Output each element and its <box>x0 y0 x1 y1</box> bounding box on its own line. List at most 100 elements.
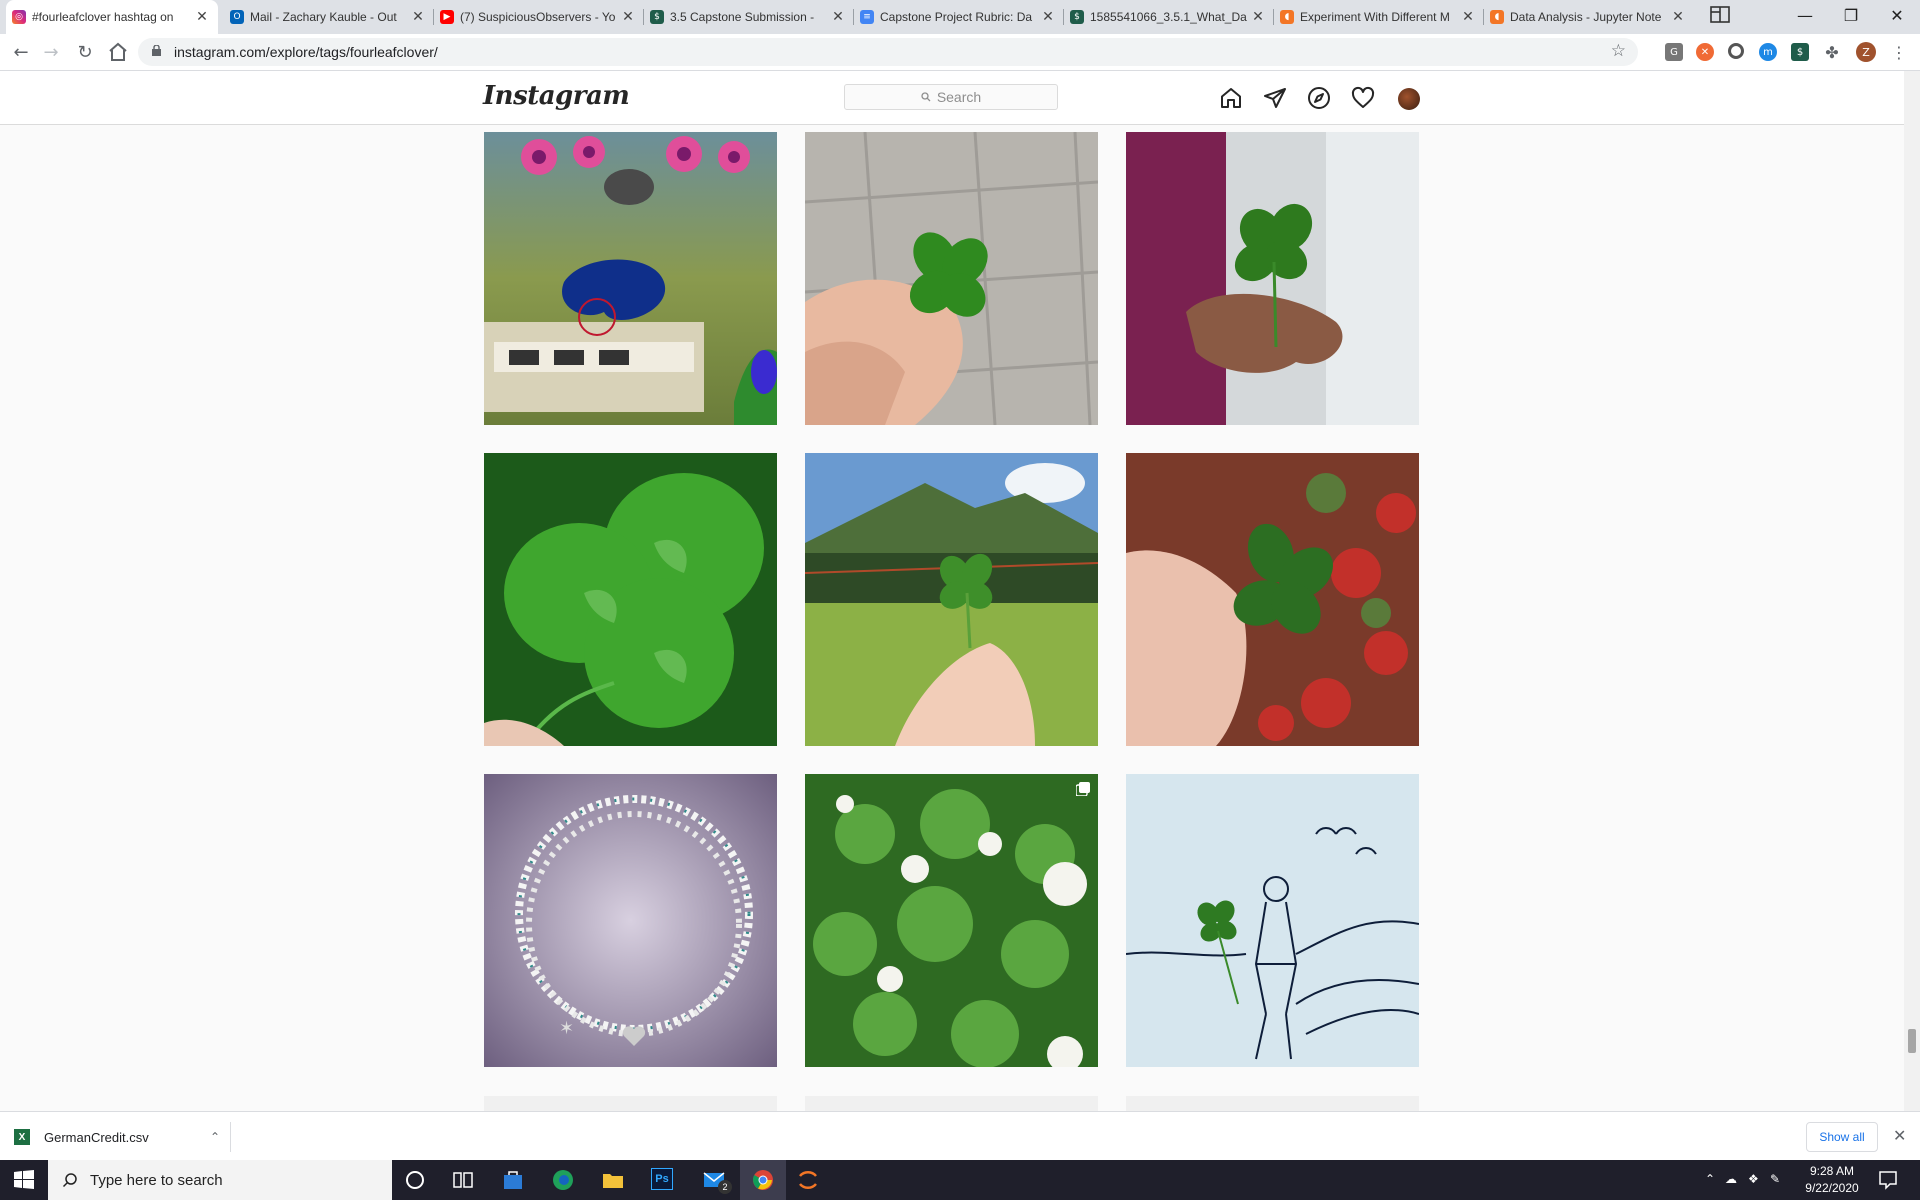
jupyter-icon[interactable] <box>796 1168 820 1192</box>
bookmark-star-icon[interactable]: ☆ <box>1611 41 1626 61</box>
new-tab-icon[interactable] <box>1708 4 1732 26</box>
microsoft-store-icon[interactable] <box>501 1168 525 1192</box>
home-icon[interactable] <box>1219 86 1243 110</box>
search-input[interactable]: Search <box>844 84 1058 110</box>
svg-text:✶: ✶ <box>559 1018 574 1039</box>
system-clock[interactable]: 9:28 AM 9/22/2020 <box>1792 1163 1872 1197</box>
post-thumbnail[interactable] <box>805 453 1098 746</box>
notifications-icon[interactable] <box>1876 1168 1900 1192</box>
download-item[interactable]: X GermanCredit.csv ⌃ <box>14 1122 230 1152</box>
reload-icon[interactable]: ↻ <box>73 40 97 64</box>
show-all-button[interactable]: Show all <box>1806 1122 1878 1152</box>
search-icon <box>62 1173 77 1188</box>
post-thumbnail[interactable] <box>484 1096 777 1111</box>
url-text: instagram.com/explore/tags/fourleafclove… <box>174 44 438 60</box>
extensions-puzzle-icon[interactable]: ✤ <box>1823 43 1841 62</box>
scrollbar-thumb[interactable] <box>1908 1029 1916 1053</box>
activity-heart-icon[interactable] <box>1351 86 1375 110</box>
download-filename: GermanCredit.csv <box>44 1129 149 1145</box>
post-image-clover-drawing <box>1126 774 1419 1067</box>
tab-instagram[interactable]: ◎ #fourleafclover hashtag on ✕ <box>6 0 218 34</box>
close-icon[interactable]: ✕ <box>1250 9 1266 25</box>
page-scrollbar[interactable] <box>1904 71 1920 1111</box>
extension-m-icon[interactable]: m <box>1759 43 1777 61</box>
tab-youtube[interactable]: ▶ (7) SuspiciousObservers - Yo ✕ <box>434 0 644 34</box>
course-icon: $ <box>650 10 664 24</box>
extension-g-icon[interactable]: G <box>1665 43 1683 61</box>
mail-app-icon[interactable]: 2 <box>700 1168 732 1194</box>
windows-start-icon[interactable] <box>12 1168 36 1192</box>
post-thumbnail[interactable]: ✶ <box>484 774 777 1067</box>
post-thumbnail[interactable] <box>1126 453 1419 746</box>
post-thumbnail[interactable] <box>484 453 777 746</box>
minimize-icon[interactable]: — <box>1782 0 1828 30</box>
post-thumbnail[interactable] <box>805 1096 1098 1111</box>
onedrive-icon[interactable]: ☁ <box>1725 1172 1737 1186</box>
notebook-icon: ◖ <box>1280 10 1294 24</box>
file-explorer-icon[interactable] <box>601 1168 625 1192</box>
excel-file-icon: X <box>14 1129 30 1145</box>
post-thumbnail[interactable] <box>1126 774 1419 1067</box>
menu-icon[interactable]: ⋮ <box>1890 43 1908 62</box>
post-thumbnail[interactable] <box>484 132 777 425</box>
post-thumbnail[interactable] <box>1126 1096 1419 1111</box>
search-icon <box>921 92 931 102</box>
cortana-icon[interactable] <box>403 1168 427 1192</box>
taskbar-search-input[interactable]: Type here to search <box>48 1160 392 1200</box>
tab-what-data[interactable]: $ 1585541066_3.5.1_What_Da ✕ <box>1064 0 1274 34</box>
course-icon: $ <box>1070 10 1084 24</box>
extension-x-icon[interactable]: ✕ <box>1696 43 1714 61</box>
page-viewport: Instagram Search ✶ <box>0 71 1904 1111</box>
clock-time: 9:28 AM <box>1809 1164 1855 1178</box>
tab-title: Capstone Project Rubric: Da <box>880 10 1033 24</box>
address-bar[interactable]: instagram.com/explore/tags/fourleafclove… <box>138 38 1638 66</box>
mail-badge: 2 <box>718 1180 732 1194</box>
close-icon[interactable]: ✕ <box>194 9 210 25</box>
lock-icon <box>152 45 161 56</box>
outlook-icon: O <box>230 10 244 24</box>
close-icon[interactable]: ✕ <box>1893 1126 1906 1145</box>
youtube-icon: ▶ <box>440 10 454 24</box>
close-icon[interactable]: ✕ <box>830 9 846 25</box>
close-icon[interactable]: ✕ <box>620 9 636 25</box>
pen-icon[interactable]: ✎ <box>1770 1172 1780 1186</box>
photoshop-icon[interactable]: Ps <box>651 1168 673 1190</box>
show-hidden-icons-icon[interactable]: ⌃ <box>1705 1172 1715 1186</box>
post-thumbnail[interactable] <box>805 132 1098 425</box>
extension-circle-icon[interactable] <box>1728 43 1744 59</box>
chevron-up-icon[interactable]: ⌃ <box>210 1130 220 1144</box>
close-window-icon[interactable]: ✕ <box>1874 0 1920 30</box>
tab-capstone-submission[interactable]: $ 3.5 Capstone Submission - ✕ <box>644 0 854 34</box>
edge-browser-icon[interactable] <box>551 1168 575 1192</box>
post-image-mountain-clover <box>805 453 1098 746</box>
tab-mail[interactable]: O Mail - Zachary Kauble - Out ✕ <box>224 0 434 34</box>
task-view-icon[interactable] <box>451 1168 475 1192</box>
notebook-icon: ◖ <box>1490 10 1504 24</box>
profile-avatar[interactable]: Z <box>1856 42 1876 62</box>
tab-rubric[interactable]: ≡ Capstone Project Rubric: Da ✕ <box>854 0 1064 34</box>
forward-icon[interactable]: → <box>39 40 63 64</box>
tab-title: 1585541066_3.5.1_What_Da <box>1090 10 1247 24</box>
restore-icon[interactable]: ❐ <box>1828 0 1874 30</box>
tab-title: Experiment With Different M <box>1300 10 1450 24</box>
close-icon[interactable]: ✕ <box>1040 9 1056 25</box>
post-thumbnail[interactable] <box>1126 132 1419 425</box>
back-icon[interactable]: ← <box>9 40 33 64</box>
direct-icon[interactable] <box>1263 86 1287 110</box>
instagram-icon: ◎ <box>12 10 26 24</box>
close-icon[interactable]: ✕ <box>1460 9 1476 25</box>
extension-course-icon[interactable]: $ <box>1791 43 1809 61</box>
tab-data-analysis[interactable]: ◖ Data Analysis - Jupyter Note ✕ <box>1484 0 1694 34</box>
post-thumbnail[interactable] <box>805 774 1098 1067</box>
close-icon[interactable]: ✕ <box>1670 9 1686 25</box>
explore-icon[interactable] <box>1307 86 1331 110</box>
close-icon[interactable]: ✕ <box>410 9 426 25</box>
profile-avatar[interactable] <box>1398 88 1420 110</box>
post-image-clover-patch <box>805 774 1098 1067</box>
chrome-icon[interactable] <box>751 1168 775 1192</box>
instagram-logo[interactable]: Instagram <box>483 81 630 111</box>
browser-toolbar: ← → ↻ instagram.com/explore/tags/fourlea… <box>0 34 1920 71</box>
tab-experiment[interactable]: ◖ Experiment With Different M ✕ <box>1274 0 1484 34</box>
dropbox-icon[interactable]: ❖ <box>1748 1172 1759 1186</box>
home-button-icon[interactable] <box>106 40 130 64</box>
